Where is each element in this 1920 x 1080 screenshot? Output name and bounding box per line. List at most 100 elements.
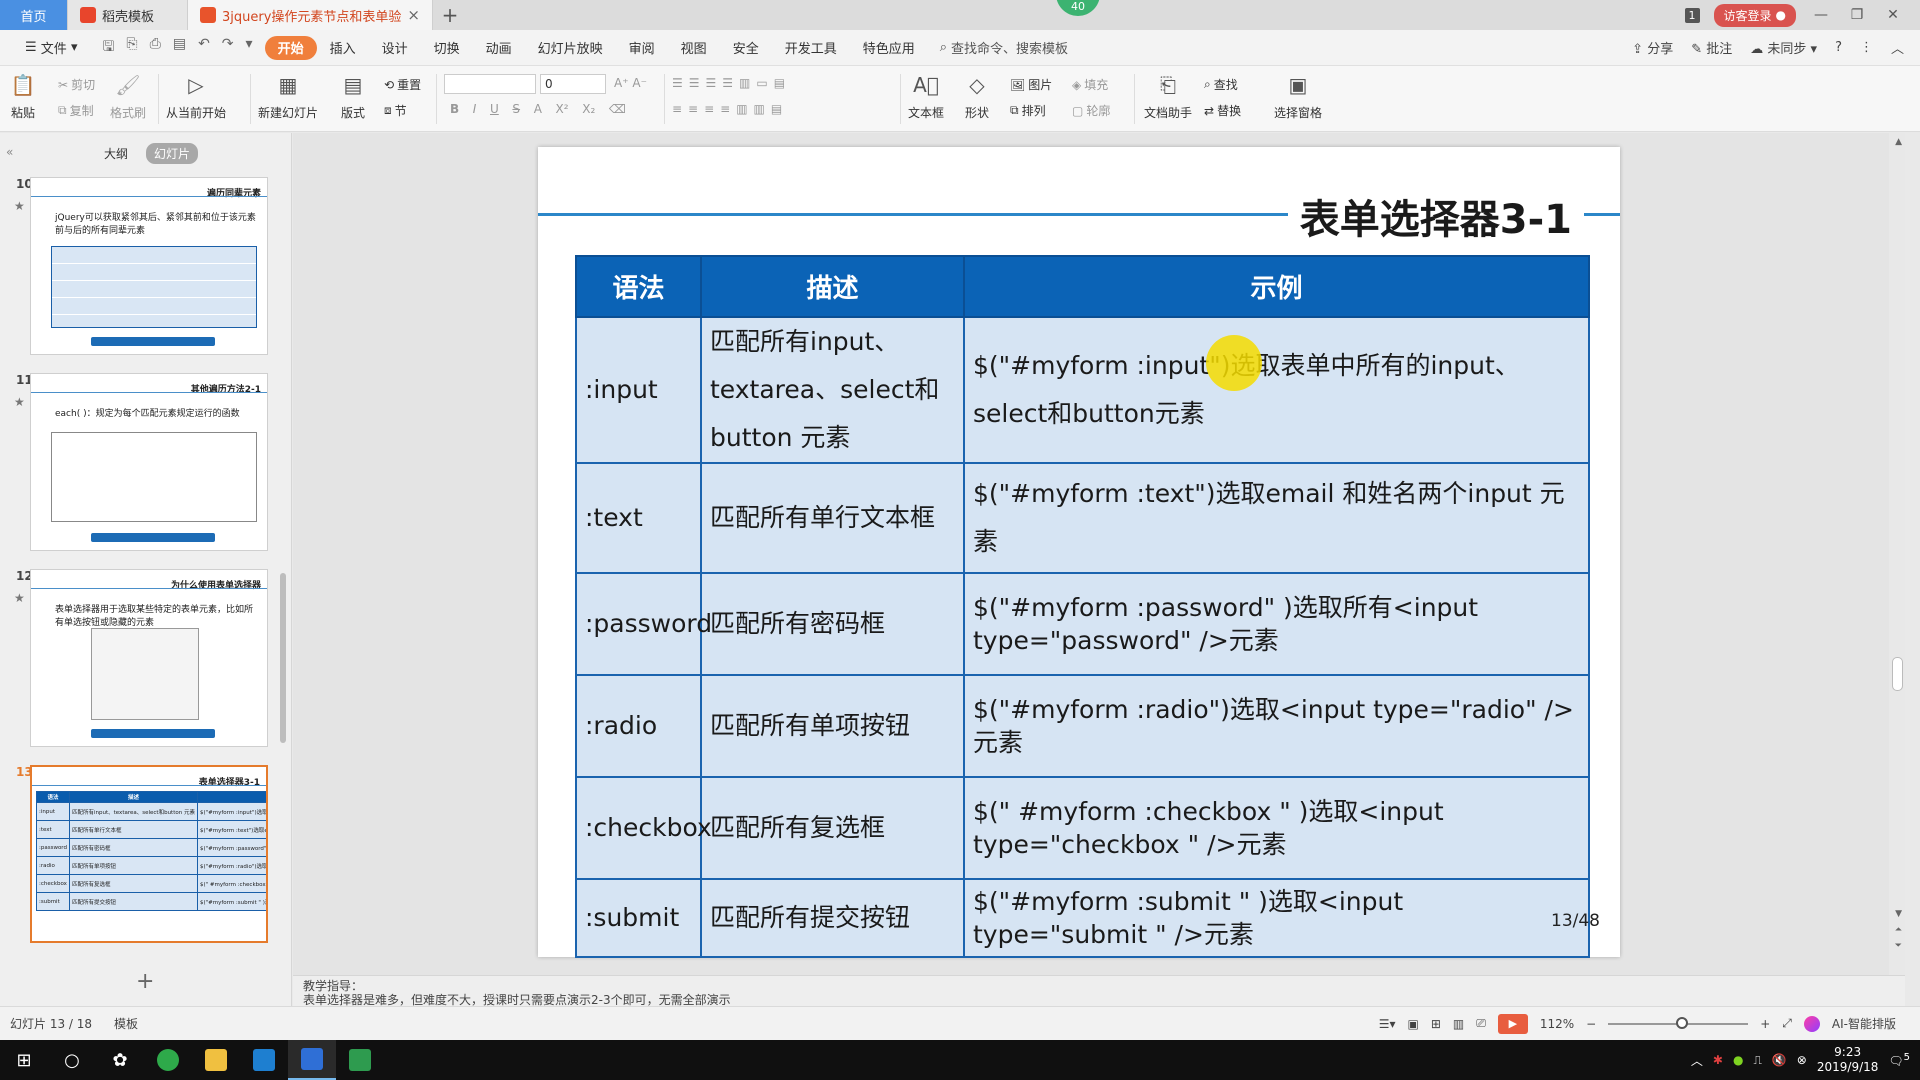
ai-layout-button[interactable]: AI-智能排版 [1832, 1015, 1896, 1032]
menu-tab-review[interactable]: 审阅 [616, 36, 668, 60]
normal-view-icon[interactable]: ▣ [1408, 1017, 1419, 1031]
reading-view-icon[interactable]: ▥ [1453, 1017, 1464, 1031]
menu-tab-view[interactable]: 视图 [668, 36, 720, 60]
login-button[interactable]: 访客登录 ● [1713, 3, 1796, 27]
menu-tab-transition[interactable]: 切换 [421, 36, 473, 60]
zoom-in-icon[interactable]: + [1760, 1017, 1770, 1031]
redo-icon[interactable]: ↷ [222, 36, 234, 60]
strike-icon[interactable]: S [512, 102, 520, 116]
comment-button[interactable]: ✎ 批注 [1691, 38, 1732, 57]
replace-button[interactable]: ⇄ 替换 [1204, 102, 1241, 119]
scroll-up-icon[interactable]: ▲ [1895, 137, 1902, 147]
app-pinwheel-icon[interactable]: ✿ [96, 1040, 144, 1080]
template-label[interactable]: 模板 [114, 1015, 138, 1032]
print-icon[interactable]: ⎙ [150, 36, 161, 60]
bold-icon[interactable]: B [450, 102, 459, 116]
tray-chevron-icon[interactable]: ︿ [1691, 1052, 1703, 1069]
new-slide-button[interactable]: ▦ 新建幻灯片 [258, 72, 318, 121]
font-family-select[interactable] [444, 74, 536, 94]
slide-thumbnail[interactable]: 为什么使用表单选择器 表单选择器用于选取某些特定的表单元素，比如所有单选按钮或隐… [30, 569, 268, 747]
notification-icon[interactable]: 🗨5 [1888, 1052, 1910, 1068]
wps-icon[interactable] [240, 1040, 288, 1080]
notes-pane[interactable]: 教学指导： 表单选择器是难多，但难度不大，授课时只需要点演示2-3个即可，无需全… [293, 975, 1905, 1006]
subscript-icon[interactable]: X₂ [582, 102, 595, 116]
collapse-pane-icon[interactable]: « [6, 145, 13, 159]
new-tab-button[interactable]: + [433, 0, 467, 30]
find-button[interactable]: ⌕ 查找 [1204, 76, 1238, 93]
file-menu[interactable]: ☰ 文件 ▾ [12, 36, 90, 60]
zoom-slider[interactable] [1608, 1016, 1749, 1029]
paragraph-tools[interactable]: ☰☰☰☰▥▭▤ [672, 76, 791, 90]
slide-thumbnail[interactable]: 遍历同辈元素 jQuery可以获取紧邻其后、紧邻其前和位于该元素前与后的所有同辈… [30, 177, 268, 355]
slideshow-play-button[interactable]: ▶ [1497, 1013, 1528, 1034]
font-size-select[interactable]: 0 [540, 74, 606, 94]
spreadsheet-icon[interactable] [336, 1040, 384, 1080]
close-window-icon[interactable]: ✕ [1882, 7, 1904, 23]
section-button[interactable]: ⧈ 节 [384, 102, 407, 119]
menu-tab-features[interactable]: 特色应用 [850, 36, 928, 60]
collapse-ribbon-icon[interactable]: ︿ [1891, 38, 1904, 57]
menu-tab-developer[interactable]: 开发工具 [772, 36, 850, 60]
canvas-scrollbar[interactable]: ▲ ▼ ⏶ ⏷ [1889, 133, 1905, 975]
network-icon[interactable]: ⎍ [1753, 1053, 1761, 1068]
paste-button[interactable]: 📋 粘贴 [10, 72, 36, 121]
help-icon[interactable]: ? [1835, 40, 1842, 55]
play-from-current-button[interactable]: ▷ 从当前开始 [166, 72, 226, 121]
zoom-level[interactable]: 112% [1540, 1017, 1574, 1031]
copy-button[interactable]: ⧉ 复制 [58, 102, 94, 119]
tab-count-badge[interactable]: 1 [1684, 7, 1700, 23]
underline-icon[interactable]: U [490, 102, 499, 116]
italic-icon[interactable]: I [473, 102, 477, 116]
minimize-icon[interactable]: — [1810, 7, 1832, 23]
menu-tab-insert[interactable]: 插入 [317, 36, 369, 60]
eraser-icon[interactable]: ⌫ [609, 102, 626, 116]
textbox-button[interactable]: A⃞ 文本框 [908, 72, 944, 121]
scroll-down-icon[interactable]: ▼ [1895, 909, 1902, 919]
arrange-button[interactable]: ⧉ 排列 [1010, 102, 1046, 119]
outline-button[interactable]: ▢ 轮廓 [1072, 102, 1110, 119]
font-color-icon[interactable]: A [534, 102, 542, 116]
notes-toggle-icon[interactable]: ☰▾ [1379, 1017, 1396, 1031]
wps-presentation-icon[interactable] [288, 1040, 336, 1080]
align-tools[interactable]: ≡≡≡≡▥▥▤ [672, 102, 788, 116]
reset-button[interactable]: ⟲ 重置 [384, 76, 421, 93]
cortana-icon[interactable]: ○ [48, 1040, 96, 1080]
clock[interactable]: 9:23 2019/9/18 [1817, 1045, 1879, 1075]
close-icon[interactable]: × [407, 6, 420, 24]
zoom-out-icon[interactable]: − [1586, 1017, 1596, 1031]
tab-daoke[interactable]: 稻壳模板 [68, 0, 188, 30]
tray-app-icon[interactable]: ● [1733, 1053, 1743, 1067]
layout-button[interactable]: ▤ 版式 [340, 72, 366, 121]
slide-thumbnail-active[interactable]: 表单选择器3-1 语法描述示例 :input匹配所有input、textarea… [30, 765, 268, 943]
export-icon[interactable]: ⎘ [126, 36, 137, 60]
save-icon[interactable]: 🖫 [102, 36, 114, 60]
fill-button[interactable]: ◈ 填充 [1072, 76, 1108, 93]
prev-slide-icon[interactable]: ⏶ [1895, 925, 1902, 935]
command-search[interactable]: ⌕ 查找命令、搜索模板 [928, 38, 1080, 57]
sorter-view-icon[interactable]: ⊞ [1431, 1017, 1441, 1031]
selection-pane-button[interactable]: ▣ 选择窗格 [1274, 72, 1322, 121]
slide-thumbnail[interactable]: 其他遍历方法2-1 each( )：规定为每个匹配元素规定运行的函数 [30, 373, 268, 551]
scroll-thumb[interactable] [1892, 657, 1903, 691]
picture-button[interactable]: 🖼 图片 [1010, 76, 1052, 93]
tab-slides[interactable]: 幻灯片 [146, 143, 199, 164]
sync-button[interactable]: ☁ 未同步 ▾ [1750, 38, 1817, 57]
kebab-icon[interactable]: ⋮ [1860, 40, 1873, 55]
zoom-knob[interactable] [1676, 1016, 1689, 1029]
more-icon[interactable]: ▾ [246, 36, 253, 60]
presenter-view-icon[interactable]: ⎚ [1476, 1016, 1486, 1031]
add-slide-button[interactable]: + [136, 969, 154, 994]
preview-icon[interactable]: ▤ [173, 36, 186, 60]
browser-icon[interactable] [144, 1040, 192, 1080]
shape-button[interactable]: ◇ 形状 [964, 72, 990, 121]
cut-button[interactable]: ✂ 剪切 [58, 76, 95, 93]
restore-icon[interactable]: ❐ [1846, 7, 1868, 23]
font-style-group[interactable]: B I U S A X² X₂ ⌫ [450, 102, 626, 116]
slide-title[interactable]: 表单选择器3-1 [1287, 187, 1584, 245]
tab-document[interactable]: 3jquery操作元素节点和表单验证 × [188, 0, 433, 30]
menu-tab-start[interactable]: 开始 [264, 35, 317, 60]
format-painter-button[interactable]: 🖌 格式刷 [110, 72, 146, 121]
menu-tab-design[interactable]: 设计 [369, 36, 421, 60]
fit-window-icon[interactable]: ⤢ [1782, 1016, 1792, 1031]
selector-table[interactable]: 语法 描述 示例 :input 匹配所有input、textarea、selec… [575, 255, 1590, 958]
